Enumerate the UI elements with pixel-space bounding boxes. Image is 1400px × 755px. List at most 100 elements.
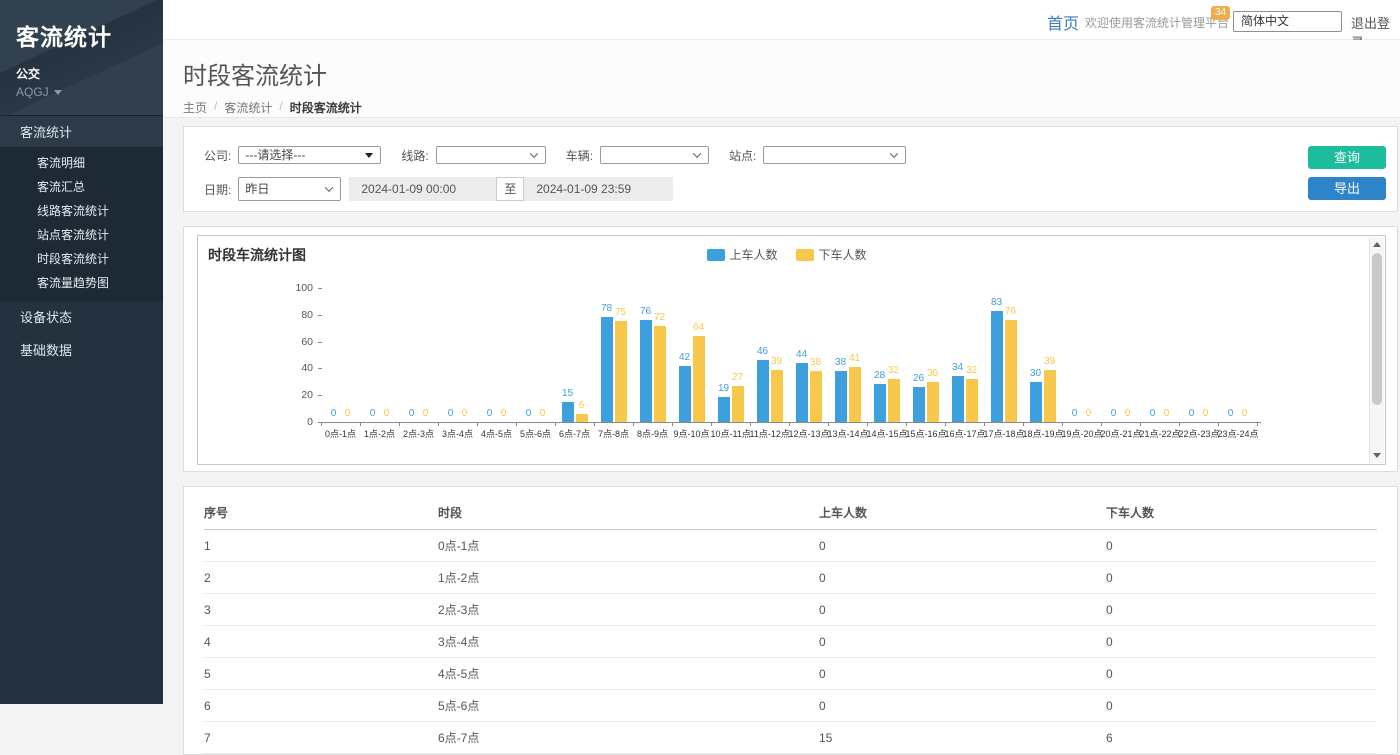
chart-bar [732,386,744,422]
language-select[interactable]: 简体中文 [1233,11,1342,32]
table-cell: 0 [819,562,1106,594]
query-button[interactable]: 查询 [1308,146,1386,169]
chart-bar [927,382,939,422]
language-select-value: 简体中文 [1241,14,1289,28]
x-axis-tick [516,422,517,426]
table-cell: 5 [204,658,438,690]
y-axis-label: 40 [283,362,313,374]
x-axis-category-label: 9点-10点 [672,427,712,440]
vehicle-select[interactable] [600,146,709,164]
date-start-input[interactable]: 2024-01-09 00:00 [349,177,496,201]
sidebar-subitem[interactable]: 客流明细 [0,151,163,175]
sidebar-item-device-status[interactable]: 设备状态 [0,301,163,334]
x-axis-category-label: 14点-15点 [867,427,907,440]
chart-bar [796,363,808,422]
x-axis-category-label: 8点-9点 [633,427,673,440]
table-cell: 3 [204,594,438,626]
sidebar-submenu: 客流明细客流汇总线路客流统计站点客流统计时段客流统计客流量趋势图 [0,148,163,301]
x-axis-tick [1023,422,1024,426]
y-axis-tick [318,315,322,316]
table-row: 32点-3点00 [204,594,1377,626]
station-select[interactable] [763,146,906,164]
home-link[interactable]: 首页 [1047,10,1079,34]
scrollbar-thumb[interactable] [1372,253,1382,405]
sidebar-item-passenger-stats[interactable]: 客流统计 [0,115,163,148]
org-code-dropdown[interactable]: AQGJ [16,85,163,99]
sidebar-subitem[interactable]: 时段客流统计 [0,247,163,271]
table-cell: 1点-2点 [438,562,819,594]
legend-swatch [796,249,814,261]
y-axis-label: 0 [283,416,313,428]
bar-value-label: 76 [996,306,1026,317]
x-axis-tick [867,422,868,426]
x-axis-tick [1257,422,1258,426]
y-axis-tick [318,368,322,369]
table-row: 76点-7点156 [204,722,1377,754]
table-cell: 0 [1106,530,1377,562]
table-cell: 2点-3点 [438,594,819,626]
sidebar-subitem[interactable]: 站点客流统计 [0,223,163,247]
filter-row-1: 公司: ---请选择--- 线路: 车辆: 站点: [204,146,1397,164]
bar-value-label: 41 [840,353,870,364]
table-cell: 4点-5点 [438,658,819,690]
x-axis-line [321,422,1261,423]
company-select[interactable]: ---请选择--- [238,146,381,164]
line-select[interactable] [436,146,546,164]
chart-bar [615,321,627,422]
chart-bar [771,370,783,422]
filter-panel: 公司: ---请选择--- 线路: 车辆: 站点: 日期: [183,126,1398,212]
date-preset-select[interactable]: 昨日 [238,177,341,201]
bar-value-label: 0 [528,408,558,419]
breadcrumb-home[interactable]: 主页 [183,99,207,116]
bar-value-label: 72 [645,312,675,323]
table-cell: 6点-7点 [438,722,819,754]
chart-bar [654,326,666,422]
x-axis-category-label: 18点-19点 [1023,427,1063,440]
date-end-input[interactable]: 2024-01-09 23:59 [524,177,673,201]
date-to-label: 至 [496,177,524,201]
x-axis-tick [906,422,907,426]
breadcrumb-passenger-stats[interactable]: 客流统计 [224,99,272,116]
chart-bar [1005,320,1017,422]
table-cell: 0 [819,594,1106,626]
scrollbar-down-button[interactable] [1370,448,1384,463]
x-axis-category-label: 11点-12点 [750,427,790,440]
x-axis-tick [984,422,985,426]
table-cell: 0 [819,690,1106,722]
org-name: 公交 [16,65,163,82]
company-select-value: ---请选择--- [245,148,305,162]
chart-scrollbar[interactable] [1369,237,1384,463]
sidebar-subitem[interactable]: 客流汇总 [0,175,163,199]
table-row: 43点-4点00 [204,626,1377,658]
y-axis-label: 60 [283,336,313,348]
table-cell: 7 [204,722,438,754]
table-column-header: 下车人数 [1106,495,1377,530]
table-cell: 1 [204,530,438,562]
export-button[interactable]: 导出 [1308,177,1386,200]
x-axis-category-label: 3点-4点 [438,427,478,440]
x-axis-tick [750,422,751,426]
table-cell: 3点-4点 [438,626,819,658]
chart-bar [679,366,691,422]
table-cell: 0 [1106,562,1377,594]
chart-bar [576,414,588,422]
bar-value-label: 6 [567,400,597,411]
legend-item[interactable]: 上车人数 [706,246,777,263]
sidebar-subitem[interactable]: 客流量趋势图 [0,271,163,295]
scrollbar-up-button[interactable] [1370,237,1384,252]
sidebar-item-base-data[interactable]: 基础数据 [0,334,163,367]
x-axis-tick [789,422,790,426]
chart-bar [1030,382,1042,422]
legend-item[interactable]: 下车人数 [796,246,867,263]
chart-bar [874,384,886,422]
notification-badge[interactable]: 34 [1211,6,1230,20]
y-axis-tick [318,342,322,343]
x-axis-tick [633,422,634,426]
x-axis-tick [828,422,829,426]
arrow-up-icon [1373,242,1381,247]
sidebar-subitem[interactable]: 线路客流统计 [0,199,163,223]
x-axis-category-label: 1点-2点 [360,427,400,440]
bar-value-label: 15 [553,388,583,399]
x-axis-tick [594,422,595,426]
x-axis-category-label: 12点-13点 [789,427,829,440]
